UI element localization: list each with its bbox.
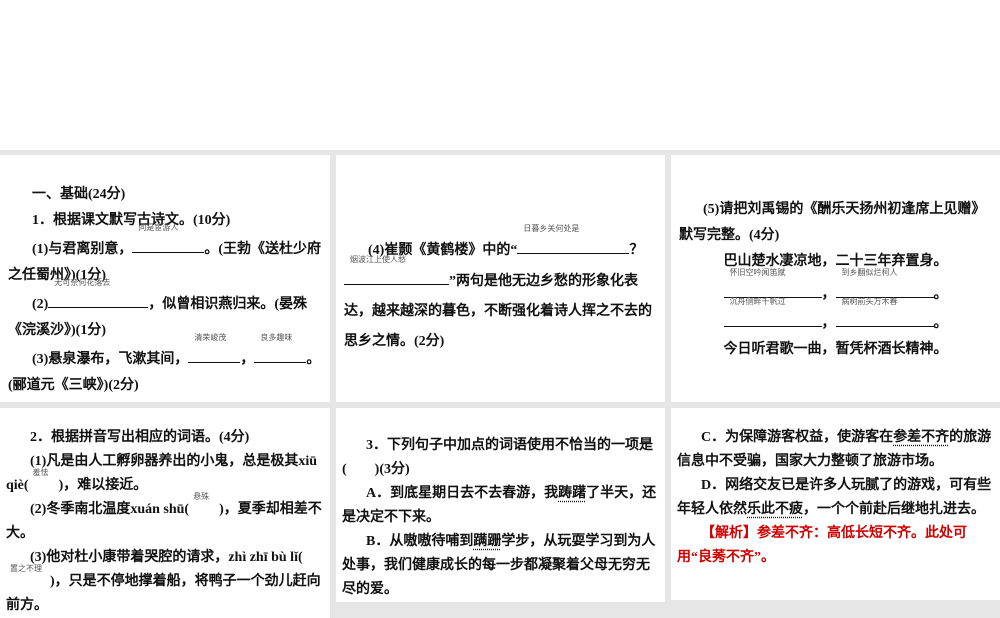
option-b: B．从嗷嗷待哺到蹒跚学步，从玩耍学习到为人处事，我们健康成长的每一步都凝聚着父母… — [342, 530, 659, 602]
text: A．到底星期日去不去春游，我 — [366, 486, 559, 501]
option-d: D．网络交友已是许多人玩腻了的游戏，可有些年轻人依然乐此不疲，一个个前赴后继地扎… — [677, 474, 994, 522]
text: )，难以接近。 — [58, 478, 148, 493]
text: (2)冬季南北温度xuán shū( — [30, 502, 190, 517]
answer-text: 烟波江上使人愁 — [350, 255, 406, 264]
text: B．从嗷嗷待哺到 — [366, 534, 474, 549]
slide-question-2: 2．根据拼音写出相应的词语。(4分) (1)凡是由人工孵卵器养出的小鬼，总是极其… — [0, 408, 330, 618]
item-1: (1)凡是由人工孵卵器养出的小鬼，总是极其xiū qiè(羞怯)，难以接近。 — [6, 450, 324, 498]
answer-text: 同是宦游人 — [138, 223, 179, 232]
option-a: A．到底星期日去不去春游，我踌躇了半天，还是决定不下来。 — [342, 482, 659, 530]
text: ， — [821, 287, 836, 302]
option-c: C．为保障游客权益，使游客在参差不齐的旅游信息中不受骗，国家大力整顿了旅游市场。 — [677, 426, 994, 474]
slide-question-1: 一、基础(24分) 1．根据课文默写古诗文。(10分) (1)与君离别意， 同是宦… — [0, 155, 330, 402]
answer-text: 清荣峻茂 — [194, 333, 227, 342]
answer-blank: 烟波江上使人愁 — [344, 255, 449, 285]
dotted-word: 参差不齐 — [893, 430, 950, 445]
text: ， — [821, 316, 836, 331]
answer-blank: 病树前头万木春 — [835, 297, 934, 327]
answer-blank: 无可奈何花落去 — [48, 278, 149, 308]
answer-blank: 清荣峻茂 — [188, 333, 241, 363]
blank-header-area — [0, 0, 1000, 150]
dotted-word: 蹒跚 — [473, 534, 502, 549]
text: (1)与君离别意， — [32, 242, 133, 257]
dotted-word: 乐此不疲 — [747, 502, 803, 517]
answer-text: 羞怯 — [32, 468, 49, 477]
answer-text: 置之不理 — [10, 564, 42, 573]
answer-text: 良多趣味 — [260, 333, 293, 342]
text: (2) — [32, 297, 49, 312]
question-3-title: 3．下列句子中加点的词语使用不恰当的一项是( )(3分) — [342, 438, 653, 477]
slide-question-3-options: C．为保障游客权益，使游客在参差不齐的旅游信息中不受骗，国家大力整顿了旅游市场。… — [671, 408, 1000, 600]
answer-text: 到乡翻似烂柯人 — [841, 268, 898, 277]
item-3: (3)他对杜小康带着哭腔的请求，zhì zhī bù lǐ(置之不理)，只是不停… — [6, 546, 324, 618]
slide-question-1-4: (4)崔颢《黄鹤楼》中的“ 日暮乡关何处是？烟波江上使人愁 ”两句是他无边乡愁的形象… — [336, 155, 665, 402]
question-2-title: 2．根据拼音写出相应的词语。(4分) — [30, 430, 250, 445]
item-5-prompt: (5)请把刘禹锡的《酬乐天扬州初逢席上见赠》默写完整。(4分) — [679, 202, 986, 243]
text: ， — [240, 352, 255, 367]
answer-blank: 日暮乡关何处是 — [517, 224, 630, 254]
answer-slot: 羞怯 — [29, 468, 59, 489]
item-4: (4)崔颢《黄鹤楼》中的“ 日暮乡关何处是？烟波江上使人愁 ”两句是他无边乡愁的形象… — [344, 224, 657, 357]
analysis-text: 【解析】参差不齐：高低长短不齐。此处可用“良莠不齐”。 — [677, 526, 967, 565]
answer-text: 怀旧空吟闻笛赋 — [729, 268, 786, 277]
text: ”两句是他无边乡愁的形象化表达，越来越深的暮色，不断强化着诗人挥之不去的思乡之情… — [344, 274, 652, 349]
answer-text: 沉舟侧畔千帆过 — [729, 297, 786, 306]
answer-blank: 沉舟侧畔千帆过 — [723, 297, 822, 327]
answer-blank: 良多趣味 — [254, 333, 307, 363]
text: (3)悬泉瀑布，飞漱其间， — [32, 352, 189, 367]
answer-text: 无可奈何花落去 — [54, 278, 111, 287]
text: ，一个个前赴后继地扎进去。 — [803, 502, 985, 517]
text: (3)他对杜小康带着哭腔的请求，zhì zhī bù lǐ( — [30, 550, 303, 565]
poem-blank-line: 怀旧空吟闻笛赋 ， 到乡翻似烂柯人。 — [679, 268, 992, 308]
slide-question-1-5: (5)请把刘禹锡的《酬乐天扬州初逢席上见赠》默写完整。(4分) 巴山楚水凄凉地，… — [671, 155, 1000, 402]
poem-line: 今日听君歌一曲，暂凭杯酒长精神。 — [723, 342, 948, 357]
answer-slot: 置之不理 — [6, 564, 50, 585]
item-2: (2)冬季南北温度xuán shū(悬殊)，夏季却相差不大。 — [6, 492, 324, 546]
answer-text: 悬殊 — [193, 492, 210, 501]
poem-line: 巴山楚水凄凉地，二十三年弃置身。 — [723, 254, 948, 269]
slide-question-3: 3．下列句子中加点的词语使用不恰当的一项是( )(3分) A．到底星期日去不去春… — [336, 408, 665, 602]
answer-blank: 同是宦游人 — [132, 223, 205, 253]
section-title: 一、基础(24分) — [32, 187, 126, 202]
text: )，只是不停地撑着船，将鸭子一个劲儿赶向前方。 — [6, 574, 321, 613]
answer-slot: 悬殊 — [189, 492, 219, 513]
dotted-word: 踌躇 — [558, 486, 587, 501]
answer-text: 日暮乡关何处是 — [523, 224, 580, 233]
answer-text: 病树前头万木春 — [841, 297, 898, 306]
text: 。 — [933, 316, 948, 331]
text: ？ — [629, 243, 644, 258]
item-3: (3)悬泉瀑布，飞漱其间， 清荣峻茂，良多趣味 。(郦道元《三峡》)(2分) — [8, 333, 322, 399]
text: 。 — [933, 287, 948, 302]
poem-blank-line: 沉舟侧畔千帆过 ， 病树前头万木春。 — [679, 297, 992, 337]
text: C．为保障游客权益，使游客在 — [701, 430, 894, 445]
